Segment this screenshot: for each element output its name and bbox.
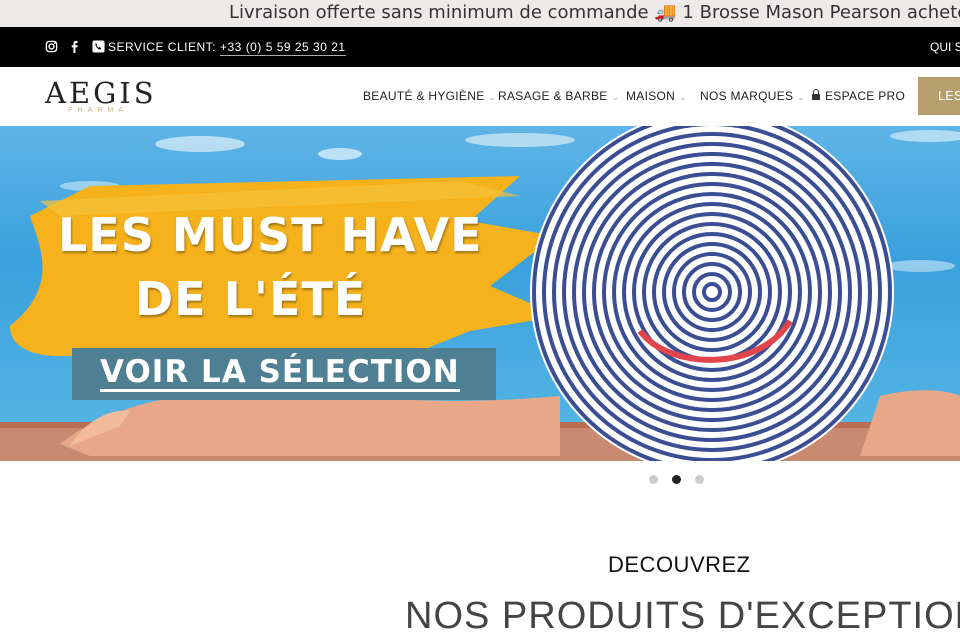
chevron-down-icon: ⌄: [797, 92, 806, 102]
nav-beaute-hygiene-label: BEAUTÉ & HYGIÈNE: [363, 89, 485, 103]
chevron-down-icon: ⌄: [611, 92, 620, 102]
instagram-icon[interactable]: [45, 40, 58, 53]
service-client-label: SERVICE CLIENT:: [108, 40, 216, 54]
section-kicker: DECOUVREZ: [608, 552, 751, 577]
nav-maison[interactable]: MAISON ⌄: [626, 89, 687, 103]
nav-maison-label: MAISON: [626, 89, 676, 103]
nav-rasage-barbe-label: RASAGE & BARBE: [498, 89, 608, 103]
chevron-down-icon: ⌄: [679, 92, 687, 102]
voir-selection-button[interactable]: VOIR LA SÉLECTION: [72, 348, 496, 400]
main-header: AEGIS PHARMA BEAUTÉ & HYGIÈNE ⌄ RASAGE & …: [0, 67, 960, 126]
announcement-text: Livraison offerte sans minimum de comman…: [229, 2, 960, 23]
brand-logo-sub: PHARMA: [68, 107, 128, 114]
brand-logo[interactable]: AEGIS: [45, 79, 157, 108]
service-client-phone-link[interactable]: +33 (0) 5 59 25 30 21: [220, 40, 346, 56]
chevron-down-icon: ⌄: [488, 92, 497, 102]
nav-beaute-hygiene[interactable]: BEAUTÉ & HYGIÈNE ⌄: [363, 89, 496, 103]
top-bar: SERVICE CLIENT: +33 (0) 5 59 25 30 21 QU…: [0, 27, 960, 67]
nav-nos-marques[interactable]: NOS MARQUES ⌄: [700, 89, 805, 103]
header-cta-button[interactable]: LES: [918, 77, 960, 115]
section-title: NOS PRODUITS D'EXCEPTION: [405, 595, 960, 637]
carousel-dot[interactable]: [695, 475, 704, 484]
voir-selection-label: VOIR LA SÉLECTION: [100, 354, 460, 392]
lock-icon: [812, 89, 820, 100]
hero-banner[interactable]: LES MUST HAVE DE L'ÉTÉ VOIR LA SÉLECTION: [0, 126, 960, 461]
hero-title-line1: LES MUST HAVE: [58, 208, 483, 262]
qui-sommes-nous-link[interactable]: QUI S: [930, 40, 960, 54]
nav-nos-marques-label: NOS MARQUES: [700, 89, 794, 103]
nav-rasage-barbe[interactable]: RASAGE & BARBE ⌄: [498, 89, 619, 103]
facebook-icon[interactable]: [68, 40, 81, 53]
carousel-dot[interactable]: [649, 475, 658, 484]
nav-espace-pro-label: ESPACE PRO: [825, 89, 906, 103]
carousel-dot-active[interactable]: [672, 475, 681, 484]
announcement-bar: Livraison offerte sans minimum de comman…: [0, 0, 960, 27]
nav-espace-pro[interactable]: ESPACE PRO: [812, 89, 905, 103]
hero-title-line2: DE L'ÉTÉ: [135, 272, 367, 326]
phone-icon: [92, 40, 105, 53]
